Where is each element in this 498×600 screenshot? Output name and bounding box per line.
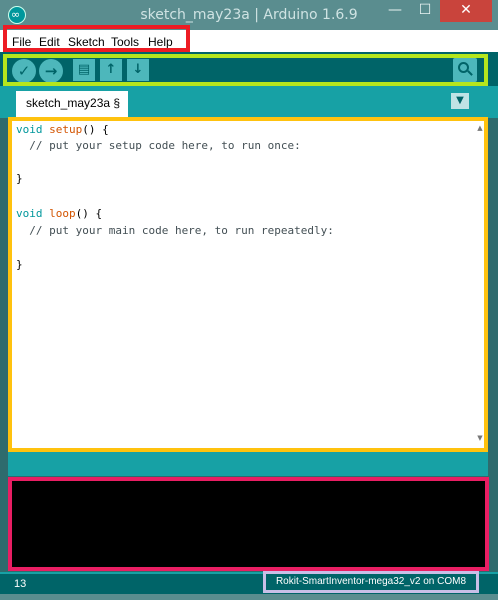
toolbar-highlight-box <box>3 54 488 86</box>
editor-highlight-box <box>8 117 488 452</box>
console-highlight-box <box>8 477 489 571</box>
menu-highlight-box <box>3 25 190 52</box>
line-number: 13 <box>14 578 27 590</box>
tab-sketch[interactable]: sketch_may23a § <box>16 91 128 118</box>
tab-menu-chevron-icon[interactable]: ▼ <box>451 93 469 109</box>
minimize-icon[interactable]: — <box>380 0 410 22</box>
board-highlight-box <box>263 571 479 593</box>
window-bottom-edge <box>0 594 498 600</box>
message-area <box>8 452 488 476</box>
maximize-icon[interactable]: ☐ <box>410 0 440 22</box>
close-icon[interactable]: ✕ <box>440 0 492 22</box>
